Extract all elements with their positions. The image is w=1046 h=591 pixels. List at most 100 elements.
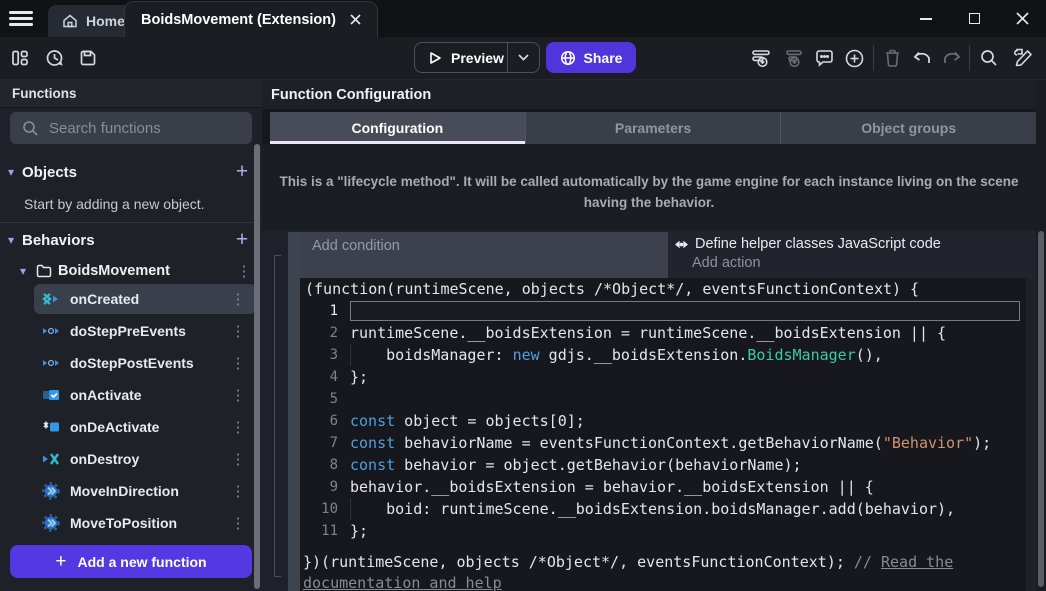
function-label: doStepPreEvents	[70, 323, 220, 339]
config-tabs: Configuration Parameters Object groups	[270, 112, 1036, 144]
event-drag-handle[interactable]	[288, 232, 300, 591]
main-panel: Function Configuration Configuration Par…	[262, 80, 1046, 591]
preview-label: Preview	[451, 50, 504, 66]
behaviors-section-header: ▾ Behaviors +	[0, 226, 262, 254]
comment-icon[interactable]	[812, 46, 836, 70]
toolbar: Preview Share	[0, 37, 1046, 80]
function-label: MoveInDirection	[70, 483, 220, 499]
search-icon[interactable]	[977, 46, 1001, 70]
code-wrapper-header: (function(runtimeScene, objects /*Object…	[300, 278, 1026, 300]
globe-icon	[560, 50, 576, 66]
function-menu-icon[interactable]: ⋮	[220, 514, 256, 532]
line-number: 6	[300, 410, 350, 432]
trash-icon	[880, 46, 904, 70]
event-selection-bracket	[274, 255, 281, 577]
objects-section-header: ▾ Objects +	[0, 158, 262, 186]
line-number: 5	[300, 388, 350, 410]
undo-icon[interactable]	[910, 46, 934, 70]
function-menu-icon[interactable]: ⋮	[220, 354, 256, 372]
function-item-moveindirection[interactable]: MoveInDirection⋮	[34, 476, 256, 506]
event-actions: Define helper classes JavaScript code Ad…	[668, 232, 1036, 278]
extension-edit-icon[interactable]	[1011, 46, 1035, 70]
code-line-8: 8const behavior = object.getBehavior(beh…	[300, 454, 1026, 476]
tab-parameters[interactable]: Parameters	[525, 112, 781, 144]
page-title: Function Configuration	[262, 80, 1036, 109]
function-menu-icon[interactable]: ⋮	[220, 386, 256, 404]
code-line-5: 5	[300, 388, 1026, 410]
preview-dropdown-button[interactable]	[507, 43, 539, 72]
collapse-behaviors-icon[interactable]: ▾	[0, 233, 22, 247]
search-functions-field[interactable]	[10, 112, 252, 144]
destroy-icon	[42, 450, 60, 468]
code-text: const object = objects[0];	[350, 410, 1026, 432]
events-sheet: Add condition Define helper classes Java…	[262, 230, 1036, 591]
function-label: onActivate	[70, 387, 220, 403]
history-icon[interactable]	[42, 46, 66, 70]
title-bar: Home BoidsMovement (Extension)	[0, 0, 1046, 37]
code-text: const behaviorName = eventsFunctionConte…	[350, 432, 1026, 454]
code-line-2: 2runtimeScene.__boidsExtension = runtime…	[300, 322, 1026, 344]
project-manager-icon[interactable]	[8, 46, 32, 70]
share-label: Share	[584, 50, 623, 66]
hamburger-icon[interactable]	[9, 11, 33, 27]
function-item-dosteppostevents[interactable]: doStepPostEvents⋮	[34, 348, 256, 378]
function-menu-icon[interactable]: ⋮	[220, 482, 256, 500]
deactivate-icon	[42, 418, 60, 436]
tab-home-label: Home	[86, 13, 125, 29]
js-code-icon	[674, 238, 689, 251]
line-number: 11	[300, 520, 350, 542]
add-action-button[interactable]: Add action	[668, 252, 1036, 271]
function-menu-icon[interactable]: ⋮	[220, 418, 256, 436]
function-item-ondestroy[interactable]: onDestroy⋮	[34, 444, 256, 474]
maximize-icon[interactable]	[950, 0, 998, 37]
add-function-button[interactable]: + Add a new function	[10, 545, 252, 578]
code-line-1: 1	[300, 300, 1026, 322]
sidebar-scrollbar[interactable]	[254, 144, 260, 589]
behavior-folder-boidsmovement[interactable]: ▾ BoidsMovement ⋮	[0, 258, 262, 284]
dostep-icon	[42, 354, 60, 372]
code-editor[interactable]: (function(runtimeScene, objects /*Object…	[300, 278, 1026, 591]
line-number: 10	[300, 498, 350, 520]
code-text: };	[350, 520, 1026, 542]
function-menu-icon[interactable]: ⋮	[220, 322, 256, 340]
collapse-folder-icon[interactable]: ▾	[12, 264, 34, 278]
tab-object-groups[interactable]: Object groups	[780, 112, 1036, 144]
objects-label: Objects	[22, 164, 222, 181]
function-item-onactivate[interactable]: onActivate⋮	[34, 380, 256, 410]
code-line-7: 7const behaviorName = eventsFunctionCont…	[300, 432, 1026, 454]
lifecycle-description: This is a "lifecycle method". It will be…	[262, 144, 1036, 230]
plus-circle-icon[interactable]	[842, 46, 866, 70]
function-label: onDeActivate	[70, 419, 220, 435]
add-event-icon[interactable]	[749, 46, 773, 70]
js-code-event[interactable]: Define helper classes JavaScript code	[668, 232, 1036, 252]
function-menu-icon[interactable]: ⋮	[220, 450, 256, 468]
search-input[interactable]	[49, 120, 229, 137]
behaviors-label: Behaviors	[22, 232, 222, 249]
toolbar-divider	[873, 45, 874, 71]
code-cursor-line[interactable]	[350, 301, 1020, 321]
add-function-label: Add a new function	[78, 554, 207, 570]
function-item-movetoposition[interactable]: MoveToPosition⋮	[34, 508, 256, 538]
tab-active-label: BoidsMovement (Extension)	[141, 12, 336, 28]
line-number: 1	[300, 300, 350, 322]
collapse-objects-icon[interactable]: ▾	[0, 165, 22, 179]
app-window: Home BoidsMovement (Extension)	[0, 0, 1046, 591]
close-tab-icon[interactable]	[350, 14, 361, 25]
function-item-ondeactivate[interactable]: onDeActivate⋮	[34, 412, 256, 442]
share-button[interactable]: Share	[546, 42, 636, 73]
sidebar-title: Functions	[0, 80, 262, 108]
function-item-oncreated[interactable]: onCreated⋮	[34, 284, 256, 314]
minimize-icon[interactable]	[902, 0, 950, 37]
code-line-6: 6const object = objects[0];	[300, 410, 1026, 432]
save-icon[interactable]	[76, 46, 100, 70]
home-icon	[62, 13, 78, 29]
tab-configuration[interactable]: Configuration	[270, 112, 525, 144]
main-scrollbar[interactable]	[1038, 231, 1044, 587]
add-condition-button[interactable]: Add condition	[300, 232, 668, 278]
close-window-icon[interactable]	[998, 0, 1046, 37]
preview-button[interactable]: Preview	[414, 42, 540, 73]
function-menu-icon[interactable]: ⋮	[220, 290, 256, 308]
function-item-dosteppreevents[interactable]: doStepPreEvents⋮	[34, 316, 256, 346]
sidebar-divider	[0, 222, 262, 223]
tab-boidsmovement[interactable]: BoidsMovement (Extension)	[124, 1, 378, 37]
